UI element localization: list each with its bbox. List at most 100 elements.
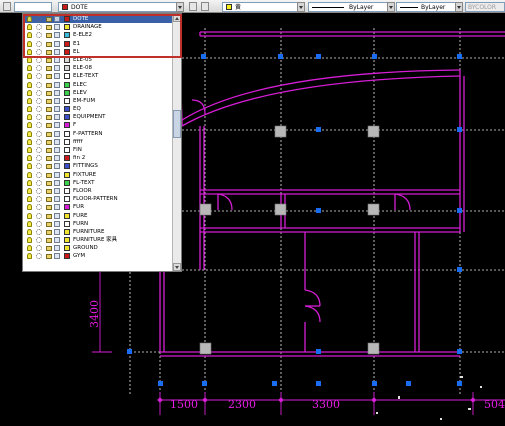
layer-color-swatch[interactable] <box>64 56 70 63</box>
layer-on-bulb-icon[interactable] <box>27 138 32 145</box>
layer-lock-icon[interactable] <box>46 25 52 31</box>
layer-freeze-sun-icon[interactable] <box>36 204 42 211</box>
layer-viewport-freeze-icon[interactable] <box>54 65 60 72</box>
layer-color-swatch[interactable] <box>64 89 70 96</box>
layer-freeze-sun-icon[interactable] <box>36 114 42 121</box>
layer-color-swatch[interactable] <box>64 147 70 153</box>
layer-color-swatch[interactable] <box>64 40 70 47</box>
layer-lock-icon[interactable] <box>46 221 52 227</box>
layer-lock-icon[interactable] <box>46 33 52 39</box>
layer-lock-icon[interactable] <box>46 49 52 55</box>
layer-lock-icon[interactable] <box>46 148 52 153</box>
layer-row[interactable]: F-PATTERN <box>23 130 173 138</box>
layer-freeze-sun-icon[interactable] <box>36 56 42 63</box>
layer-lock-icon[interactable] <box>46 98 52 104</box>
layer-viewport-freeze-icon[interactable] <box>54 97 60 104</box>
layer-row[interactable]: EM-FUM <box>23 97 173 105</box>
layer-row[interactable]: FURNITURE 家具 <box>23 236 173 244</box>
layer-freeze-sun-icon[interactable] <box>36 253 42 260</box>
layer-color-swatch[interactable] <box>64 253 70 260</box>
layer-color-swatch[interactable] <box>64 97 70 104</box>
layer-color-swatch[interactable] <box>64 179 70 186</box>
layer-lock-icon[interactable] <box>46 213 52 219</box>
layer-lock-icon[interactable] <box>46 66 52 72</box>
color-dropdown[interactable]: 黄 <box>222 2 300 12</box>
layer-row[interactable]: FIN <box>23 146 173 154</box>
layer-row[interactable]: GROUND <box>23 244 173 252</box>
scroll-up-icon[interactable] <box>173 14 181 22</box>
layer-viewport-freeze-icon[interactable] <box>54 163 60 170</box>
layer-freeze-sun-icon[interactable] <box>36 106 42 113</box>
layer-row[interactable]: fin 2 <box>23 154 173 162</box>
layer-lock-icon[interactable] <box>46 123 52 129</box>
layer-state-box[interactable] <box>14 2 52 12</box>
layer-color-swatch[interactable] <box>64 65 70 72</box>
layer-viewport-freeze-icon[interactable] <box>54 138 60 145</box>
layer-viewport-freeze-icon[interactable] <box>54 73 60 80</box>
layer-row[interactable]: GYM <box>23 252 173 260</box>
layer-on-bulb-icon[interactable] <box>27 228 32 235</box>
layer-viewport-freeze-icon[interactable] <box>54 204 60 211</box>
layer-viewport-freeze-icon[interactable] <box>54 187 60 194</box>
layer-list-scrollbar[interactable] <box>172 14 181 271</box>
layer-freeze-sun-icon[interactable] <box>36 89 42 96</box>
layer-freeze-sun-icon[interactable] <box>36 16 42 22</box>
layer-freeze-sun-icon[interactable] <box>36 130 42 137</box>
layer-row[interactable]: FURN <box>23 220 173 228</box>
layer-on-bulb-icon[interactable] <box>27 196 32 203</box>
layer-freeze-sun-icon[interactable] <box>36 212 42 219</box>
layer-freeze-sun-icon[interactable] <box>36 179 42 186</box>
layer-row[interactable]: EL <box>23 48 173 56</box>
layer-row[interactable]: FITTINGS <box>23 162 173 170</box>
layer-lock-icon[interactable] <box>46 180 52 186</box>
layer-row[interactable]: E-ELE2 <box>23 31 173 39</box>
layer-row[interactable]: FURNITURE <box>23 228 173 236</box>
layer-lock-icon[interactable] <box>46 115 52 121</box>
layer-lock-icon[interactable] <box>46 156 52 162</box>
layer-lock-icon[interactable] <box>46 74 52 80</box>
layer-on-bulb-icon[interactable] <box>27 163 32 170</box>
layer-row[interactable]: ELEV <box>23 89 173 97</box>
layer-on-bulb-icon[interactable] <box>27 253 32 260</box>
layer-viewport-freeze-icon[interactable] <box>54 16 60 22</box>
layer-freeze-sun-icon[interactable] <box>36 228 42 235</box>
layer-lock-icon[interactable] <box>46 17 52 22</box>
layer-row[interactable]: E1 <box>23 40 173 48</box>
layer-on-bulb-icon[interactable] <box>27 179 32 186</box>
scroll-down-icon[interactable] <box>173 263 181 271</box>
layer-dropdown-arrow-icon[interactable] <box>176 2 184 12</box>
layer-row[interactable]: FIXTURE <box>23 171 173 179</box>
layer-viewport-freeze-icon[interactable] <box>54 32 60 39</box>
layer-freeze-sun-icon[interactable] <box>36 40 42 47</box>
layer-freeze-sun-icon[interactable] <box>36 24 42 31</box>
layer-dropdown-list[interactable]: DOTE DRAINAGE E-ELE2 E1 EL ELE-05 ELE-08 ELE-TE… <box>22 13 182 272</box>
layer-color-swatch[interactable] <box>64 187 70 194</box>
layer-row[interactable]: F <box>23 121 173 129</box>
layer-viewport-freeze-icon[interactable] <box>54 24 60 31</box>
layer-lock-icon[interactable] <box>46 188 52 194</box>
layer-color-swatch[interactable] <box>64 130 70 137</box>
layer-on-bulb-icon[interactable] <box>27 56 32 63</box>
layer-row[interactable]: FL-TEXT <box>23 179 173 187</box>
layer-freeze-sun-icon[interactable] <box>36 171 42 178</box>
layer-lock-icon[interactable] <box>46 205 52 211</box>
layer-row[interactable]: DRAINAGE <box>23 23 173 31</box>
layer-viewport-freeze-icon[interactable] <box>54 130 60 137</box>
layer-on-bulb-icon[interactable] <box>27 204 32 211</box>
layer-row[interactable]: FUR <box>23 203 173 211</box>
layer-lock-icon[interactable] <box>46 164 52 170</box>
linetype-dropdown[interactable]: ByLayer <box>308 2 390 12</box>
layer-color-swatch[interactable] <box>64 122 70 129</box>
layer-color-swatch[interactable] <box>64 155 70 162</box>
layer-viewport-freeze-icon[interactable] <box>54 171 60 178</box>
layer-lock-icon[interactable] <box>46 41 52 47</box>
layer-freeze-sun-icon[interactable] <box>36 245 42 252</box>
layer-on-bulb-icon[interactable] <box>27 97 32 104</box>
layer-freeze-sun-icon[interactable] <box>36 48 42 55</box>
layer-color-swatch[interactable] <box>64 32 70 39</box>
lineweight-dropdown-arrow-icon[interactable] <box>455 2 463 12</box>
layer-color-swatch[interactable] <box>64 106 70 113</box>
layer-color-swatch[interactable] <box>64 204 70 211</box>
layer-viewport-freeze-icon[interactable] <box>54 81 60 88</box>
layer-lock-icon[interactable] <box>46 238 52 244</box>
